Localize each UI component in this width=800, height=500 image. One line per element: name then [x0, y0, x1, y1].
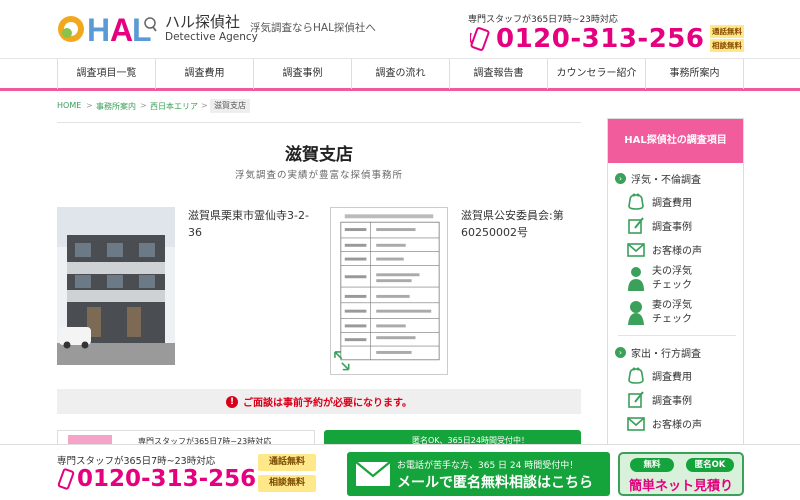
sidebar-item-label: 妻の浮気 チェック — [652, 300, 692, 325]
brand-name: ハル探偵社 — [165, 13, 241, 31]
man-icon — [628, 267, 644, 291]
breadcrumb-sep: > — [140, 101, 147, 110]
sidebar-item-label: お客様の声 — [652, 245, 702, 257]
sidebar-item-missing-voice[interactable]: お客様の声 — [626, 413, 702, 433]
chevron-right-icon: › — [615, 347, 626, 358]
bottom-badge-free-call: 通話無料 — [258, 454, 316, 471]
sidebar-section-missing[interactable]: › 家出・行方調査 — [615, 345, 701, 360]
bottom-badge-free-consult: 相談無料 — [258, 475, 316, 492]
sidebar-item-wife-check[interactable]: 妻の浮気 チェック — [626, 299, 692, 327]
breadcrumb-current: 滋賀支店 — [210, 99, 250, 113]
bottom-phone-number: 0120-313-256 — [77, 466, 257, 492]
sidebar-item-husband-check[interactable]: 夫の浮気 チェック — [626, 265, 692, 293]
nav-item-cost[interactable]: 調査費用 — [155, 59, 253, 89]
pen-note-icon — [628, 391, 644, 408]
nav-item-counselor[interactable]: カウンセラー紹介 — [547, 59, 645, 89]
sidebar-item-label: 調査事例 — [652, 221, 692, 233]
sidebar-item-label: お客様の声 — [652, 419, 702, 431]
phone-icon — [57, 468, 75, 490]
header-phone[interactable]: 0120-313-256 — [470, 24, 705, 54]
sidebar-item-label: 調査費用 — [652, 371, 692, 383]
header-tagline: 浮気調査ならHAL探偵社へ — [250, 22, 376, 34]
sidebar-item-label: 調査事例 — [652, 395, 692, 407]
net-free-pill: 無料 — [630, 458, 674, 472]
envelope-icon — [627, 417, 645, 431]
sidebar-item-affair-cases[interactable]: 調査事例 — [626, 215, 692, 235]
svg-text:L: L — [132, 12, 152, 47]
breadcrumb-area[interactable]: 西日本エリア — [150, 101, 198, 112]
nav-item-report[interactable]: 調査報告書 — [449, 59, 547, 89]
badge-free-call: 通話無料 — [710, 25, 744, 38]
sidebar-item-missing-cost[interactable]: 調査費用 — [626, 365, 692, 385]
hal-logo[interactable]: H A L — [57, 11, 157, 47]
phone-icon — [470, 27, 490, 51]
sidebar: HAL探偵社の調査項目 › 浮気・不倫調査 調査費用 調査事例 お客様の声 夫の… — [607, 118, 744, 448]
sidebar-item-label: 調査費用 — [652, 197, 692, 209]
license-document-image[interactable] — [330, 207, 448, 375]
coin-purse-icon — [628, 367, 644, 384]
breadcrumb-home[interactable]: HOME — [57, 101, 81, 110]
nav-item-flow[interactable]: 調査の流れ — [351, 59, 449, 89]
envelope-icon — [627, 243, 645, 257]
appointment-notice: ! ご面談は事前予約が必要になります。 — [57, 389, 581, 414]
appointment-notice-text: ご面談は事前予約が必要になります。 — [243, 398, 412, 409]
sidebar-section-affair-label: 浮気・不倫調査 — [631, 175, 701, 186]
page-title: 滋賀支店 — [285, 145, 353, 165]
sidebar-section-missing-label: 家出・行方調査 — [631, 349, 701, 360]
brand-name-en: Detective Agency — [165, 31, 258, 43]
mail-consult-subtext: お電話が苦手な方、365 日 24 時間受付中！ — [397, 461, 579, 471]
chevron-right-icon: › — [615, 173, 626, 184]
envelope-icon — [355, 461, 391, 486]
office-building-photo — [57, 207, 175, 365]
coin-purse-icon — [628, 193, 644, 210]
net-estimate-label: 簡単ネット見積り — [628, 479, 733, 494]
pen-note-icon — [628, 217, 644, 234]
mail-consult-label: メールで匿名無料相談はこちら — [397, 475, 593, 491]
sidebar-section-affair[interactable]: › 浮気・不倫調査 — [615, 171, 701, 186]
net-estimate-button[interactable]: 無料 匿名OK 簡単ネット見積り — [618, 452, 744, 496]
sidebar-item-affair-cost[interactable]: 調査費用 — [626, 191, 692, 211]
badge-free-consult: 相談無料 — [710, 39, 744, 52]
permit-number: 滋賀県公安委員会:第60250002号 — [461, 209, 564, 239]
breadcrumb-office[interactable]: 事務所案内 — [96, 101, 136, 112]
mail-consult-button[interactable]: お電話が苦手な方、365 日 24 時間受付中！ メールで匿名無料相談はこちら — [347, 452, 610, 496]
sidebar-item-missing-cases[interactable]: 調査事例 — [626, 389, 692, 409]
nav-item-cases[interactable]: 調査事例 — [253, 59, 351, 89]
sidebar-title: HAL探偵社の調査項目 — [608, 119, 743, 163]
breadcrumb-sep: > — [201, 101, 208, 110]
alert-icon: ! — [226, 395, 238, 408]
sidebar-item-affair-voice[interactable]: お客様の声 — [626, 239, 702, 259]
svg-text:H: H — [87, 12, 110, 47]
sidebar-divider — [618, 335, 736, 336]
net-anon-pill: 匿名OK — [686, 458, 734, 472]
header-phone-number: 0120-313-256 — [496, 24, 705, 54]
fixed-contact-bar: 専門スタッフが365日7時~23時対応 0120-313-256 通話無料 相談… — [0, 444, 800, 500]
nav-item-survey-list[interactable]: 調査項目一覧 — [57, 59, 155, 89]
svg-text:A: A — [110, 12, 133, 47]
divider — [57, 122, 581, 123]
main-nav: 調査項目一覧 調査費用 調査事例 調査の流れ 調査報告書 カウンセラー紹介 事務… — [0, 58, 800, 91]
office-address: 滋賀県栗東市霊仙寺3-2-36 — [188, 209, 309, 239]
bottom-hours: 専門スタッフが365日7時~23時対応 — [57, 456, 216, 467]
site-header: H A L ハル探偵社 Detective Agency 浮気調査ならHAL探偵… — [0, 0, 800, 58]
breadcrumb-sep: > — [86, 101, 93, 110]
page-subtitle: 浮気調査の実績が豊富な探偵事務所 — [234, 170, 403, 181]
woman-icon — [628, 301, 644, 325]
bottom-phone[interactable]: 0120-313-256 — [57, 466, 256, 492]
nav-item-office[interactable]: 事務所案内 — [645, 59, 744, 89]
sidebar-item-label: 夫の浮気 チェック — [652, 266, 692, 291]
